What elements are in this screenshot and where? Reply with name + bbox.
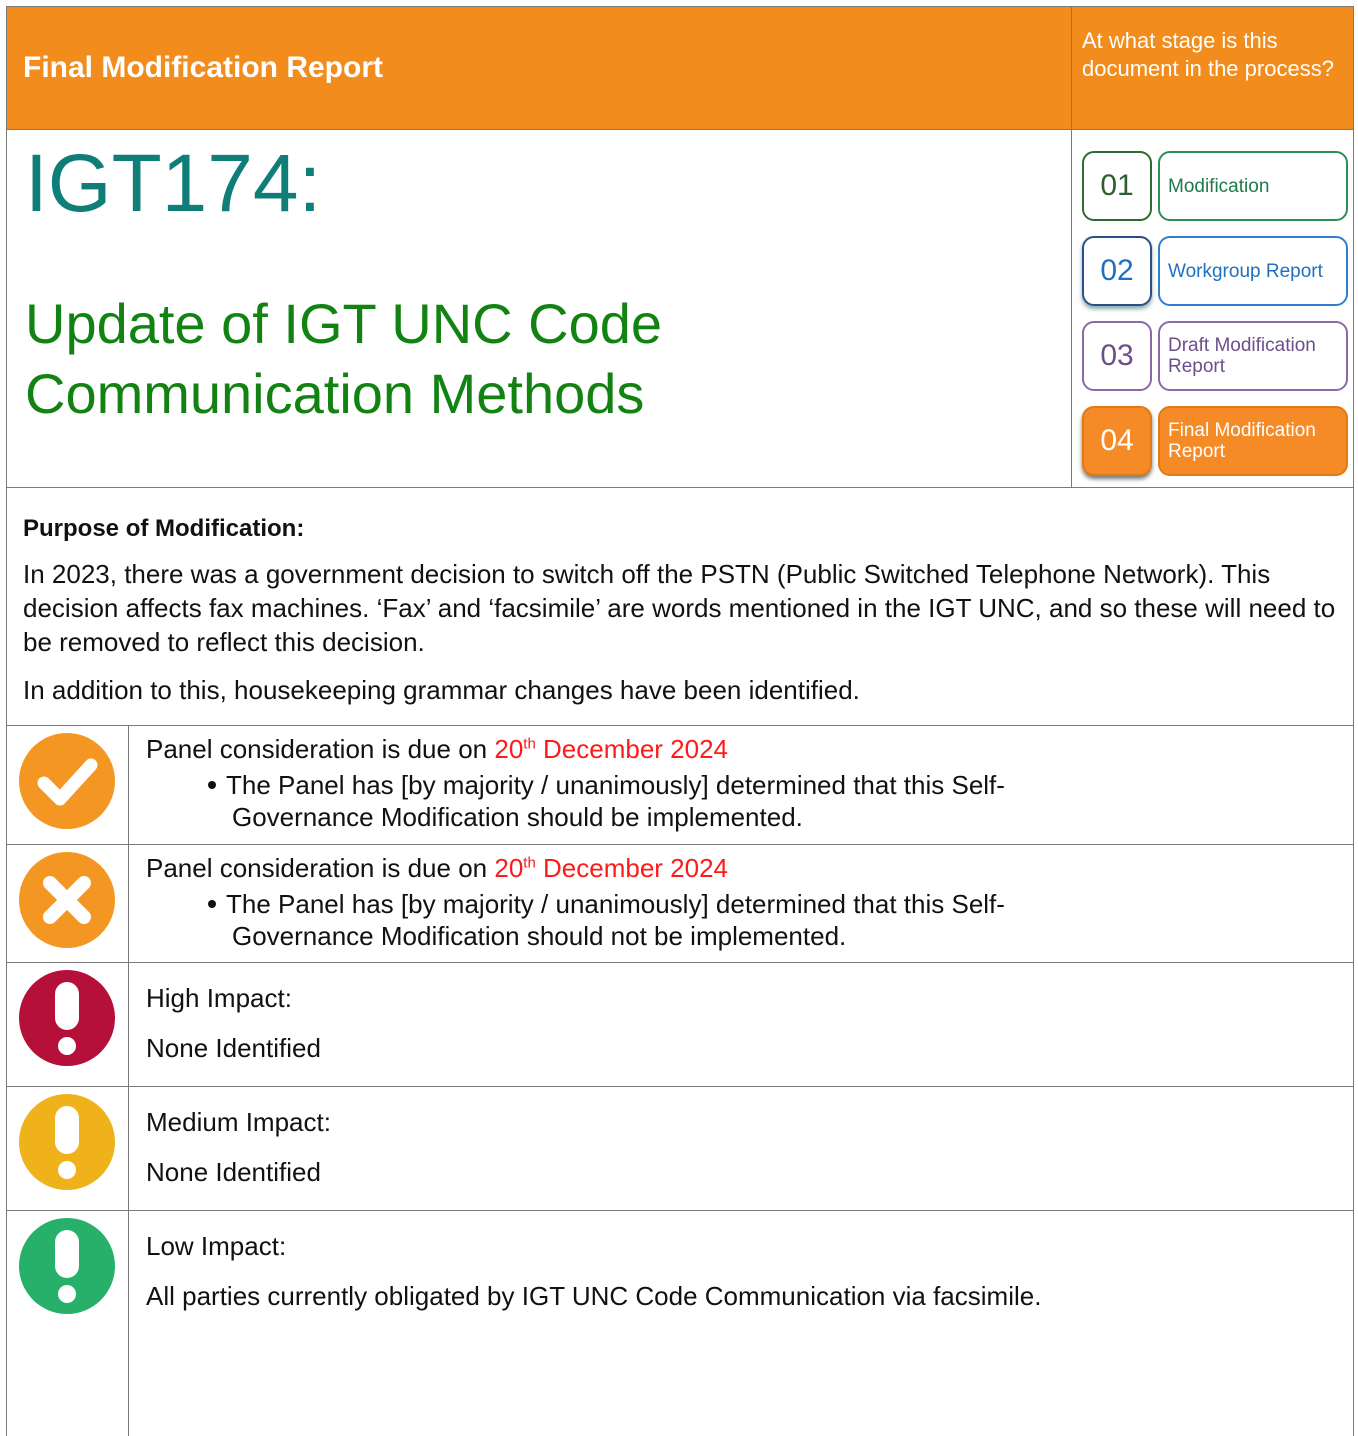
title-cell: IGT174: Update of IGT UNC Code Communica… [7, 129, 1072, 487]
panel-date-day: 20 [494, 734, 524, 764]
decision-reject-icon-cell [7, 844, 129, 962]
low-impact-row: Low Impact: All parties currently obliga… [6, 1210, 1354, 1436]
panel-date-prefix: Panel consideration is due on [146, 853, 495, 883]
high-impact-value: None Identified [146, 1033, 321, 1063]
low-impact-label: Low Impact: [146, 1231, 287, 1261]
panel-date: 20th December 2024 [494, 734, 728, 764]
stage-01-number: 01 [1082, 151, 1152, 221]
modification-title: Update of IGT UNC Code Communication Met… [25, 289, 662, 429]
medium-impact-label: Medium Impact: [146, 1107, 331, 1137]
stage-04-number: 04 [1082, 406, 1152, 476]
decision-reject-text-1: The Panel has [by majority / unanimously… [226, 889, 1005, 919]
report-type-title: Final Modification Report [23, 51, 383, 84]
report-type-cell: Final Modification Report [7, 7, 1072, 129]
purpose-paragraph-1: In 2023, there was a government decision… [23, 559, 1336, 657]
report-header: Final Modification Report At what stage … [6, 6, 1354, 130]
bullet-dot [208, 900, 216, 908]
bullet-dot [208, 781, 216, 789]
stage-01-label: Modification [1158, 151, 1348, 221]
high-impact-icon-cell [7, 962, 129, 1086]
panel-date-rest: December 2024 [535, 734, 729, 764]
medium-impact-content: Medium Impact: None Identified [146, 1102, 1343, 1192]
decision-reject-bullet: The Panel has [by majority / unanimously… [146, 888, 1343, 952]
purpose-section: Purpose of Modification: In 2023, there … [6, 487, 1354, 726]
high-impact-content: High Impact: None Identified [146, 978, 1343, 1068]
panel-date-prefix: Panel consideration is due on [146, 734, 495, 764]
stage-02-number: 02 [1082, 236, 1152, 306]
exclamation-icon [19, 1094, 115, 1190]
modification-title-line-1: Update of IGT UNC Code [25, 292, 663, 355]
stage-question-cell: At what stage is this document in the pr… [1072, 7, 1353, 129]
stage-tracker: 01 Modification 02 Workgroup Report 03 D… [1072, 129, 1353, 487]
decision-implement-text-1: The Panel has [by majority / unanimously… [226, 770, 1005, 800]
panel-date-line: Panel consideration is due on 20th Decem… [146, 729, 1343, 769]
medium-impact-row: Medium Impact: None Identified [6, 1086, 1354, 1211]
panel-date-line: Panel consideration is due on 20th Decem… [146, 848, 1343, 888]
panel-date-suffix: th [523, 854, 536, 872]
modification-title-line-2: Communication Methods [25, 362, 645, 425]
stage-03-label: Draft Modification Report [1158, 321, 1348, 391]
low-impact-icon-cell [7, 1210, 129, 1436]
panel-date-rest: December 2024 [535, 853, 729, 883]
decision-implement-bullet: The Panel has [by majority / unanimously… [146, 769, 1343, 833]
decision-reject-row: Panel consideration is due on 20th Decem… [6, 844, 1354, 963]
stage-04-current: 04 Final Modification Report [1082, 406, 1348, 480]
check-icon [19, 733, 115, 829]
decision-implement-content: Panel consideration is due on 20th Decem… [146, 729, 1343, 833]
purpose-paragraph-2: In addition to this, housekeeping gramma… [23, 675, 860, 705]
exclamation-icon [19, 1218, 115, 1314]
stage-02-label: Workgroup Report [1158, 236, 1348, 306]
medium-impact-icon-cell [7, 1086, 129, 1210]
decision-implement-row: Panel consideration is due on 20th Decem… [6, 725, 1354, 845]
purpose-heading: Purpose of Modification: [23, 515, 305, 542]
cross-icon [19, 852, 115, 948]
exclamation-icon [19, 970, 115, 1066]
stage-03-number: 03 [1082, 321, 1152, 391]
modification-id: IGT174: [25, 138, 322, 229]
decision-reject-content: Panel consideration is due on 20th Decem… [146, 848, 1343, 952]
medium-impact-value: None Identified [146, 1157, 321, 1187]
panel-date-suffix: th [523, 735, 536, 753]
stage-03: 03 Draft Modification Report [1082, 321, 1348, 395]
stage-02: 02 Workgroup Report [1082, 236, 1348, 310]
decision-implement-icon-cell [7, 725, 129, 844]
stage-question: At what stage is this document in the pr… [1082, 28, 1334, 81]
high-impact-row: High Impact: None Identified [6, 962, 1354, 1087]
stage-04-label: Final Modification Report [1158, 406, 1348, 476]
decision-implement-text-2: Governance Modification should be implem… [232, 802, 803, 832]
panel-date-day: 20 [494, 853, 524, 883]
document-page: Final Modification Report At what stage … [0, 0, 1358, 1436]
high-impact-label: High Impact: [146, 983, 292, 1013]
decision-reject-text-2: Governance Modification should not be im… [232, 921, 847, 951]
title-block: IGT174: Update of IGT UNC Code Communica… [6, 129, 1354, 488]
stage-01: 01 Modification [1082, 151, 1348, 225]
low-impact-content: Low Impact: All parties currently obliga… [146, 1226, 1343, 1316]
low-impact-value: All parties currently obligated by IGT U… [146, 1281, 1042, 1311]
panel-date: 20th December 2024 [494, 853, 728, 883]
